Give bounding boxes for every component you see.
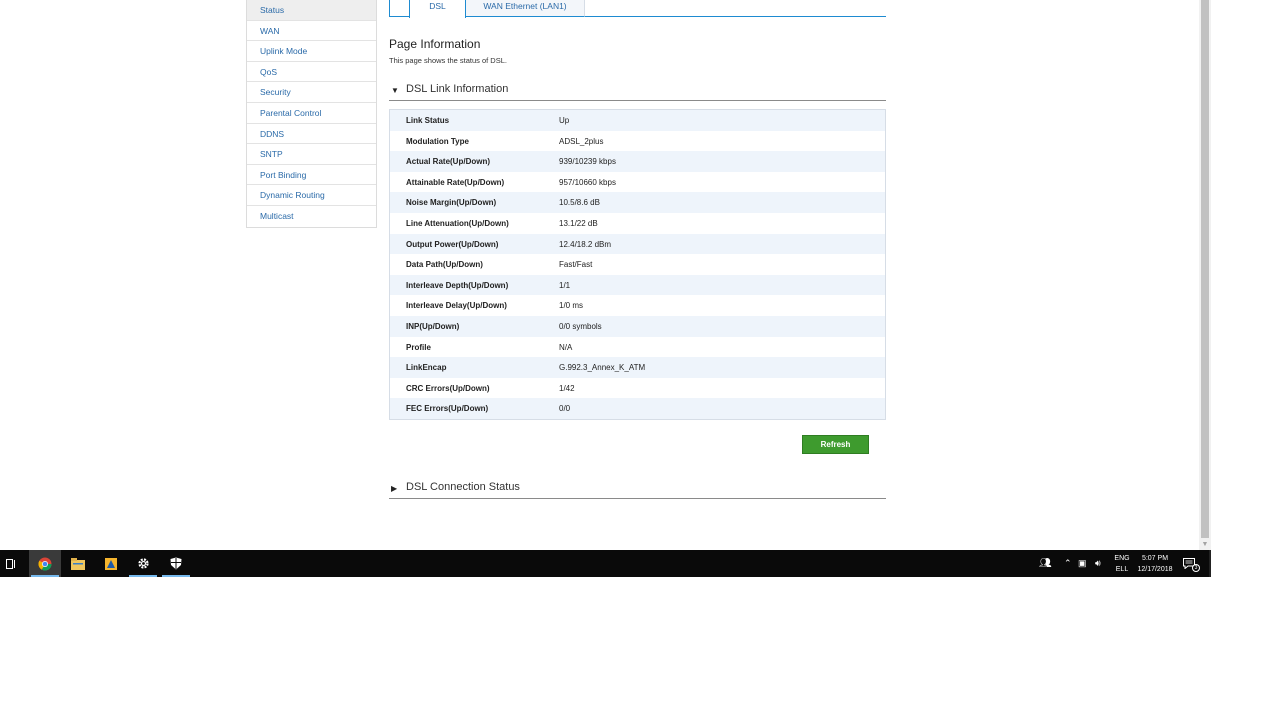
- tab-bar: DSL WAN Ethernet (LAN1): [389, 0, 886, 18]
- file-explorer-icon[interactable]: [62, 550, 94, 577]
- row-key: Data Path(Up/Down): [406, 260, 483, 270]
- page-title: Page Information: [389, 37, 481, 51]
- row-key: INP(Up/Down): [406, 321, 460, 331]
- task-view-icon[interactable]: [0, 550, 22, 577]
- active-indicator: [31, 575, 59, 577]
- section-title: DSL Link Information: [406, 83, 509, 95]
- settings-icon[interactable]: [127, 550, 159, 577]
- row-value: 1/42: [559, 383, 575, 393]
- chevron-up-icon[interactable]: ⌃: [1064, 550, 1074, 577]
- collapse-arrow-icon[interactable]: ▼: [391, 86, 399, 95]
- row-value: G.992.3_Annex_K_ATM: [559, 363, 646, 373]
- row-value: N/A: [559, 342, 573, 352]
- row-key: Line Attenuation(Up/Down): [406, 218, 509, 228]
- network-icon[interactable]: ▣: [1078, 550, 1092, 577]
- chrome-icon[interactable]: [29, 550, 61, 577]
- tab-bar-edge: [389, 0, 390, 17]
- sidebar-item-parental-control[interactable]: Parental Control: [247, 103, 376, 124]
- table-row: CRC Errors(Up/Down) 1/42: [390, 377, 885, 399]
- row-key: Modulation Type: [406, 136, 469, 146]
- row-value: 13.1/22 dB: [559, 218, 598, 228]
- language-indicator[interactable]: ENG ELL: [1112, 550, 1132, 577]
- notification-center-icon[interactable]: 3: [1183, 550, 1201, 577]
- volume-icon[interactable]: 🔊︎: [1095, 550, 1107, 577]
- sidebar-item-multicast[interactable]: Multicast: [247, 206, 376, 227]
- row-key: Profile: [406, 342, 431, 352]
- row-value: 939/10239 kbps: [559, 157, 616, 167]
- sidebar-item-dynamic-routing[interactable]: Dynamic Routing: [247, 185, 376, 206]
- table-row: Data Path(Up/Down) Fast/Fast: [390, 254, 885, 275]
- windows-defender-icon[interactable]: [160, 550, 192, 577]
- row-key: Interleave Delay(Up/Down): [406, 301, 507, 311]
- row-value: 1/0 ms: [559, 301, 584, 311]
- row-value: ADSL_2plus: [559, 136, 604, 146]
- language-secondary: ELL: [1115, 565, 1129, 573]
- people-icon[interactable]: 👥︎: [1039, 550, 1053, 577]
- app-icon[interactable]: [95, 550, 127, 577]
- table-row: Profile N/A: [390, 336, 885, 358]
- table-row: Modulation Type ADSL_2plus: [390, 130, 885, 152]
- active-indicator: [129, 575, 157, 577]
- dsl-info-table: Link Status Up Modulation Type ADSL_2plus …: [389, 109, 886, 420]
- active-indicator: [162, 575, 190, 577]
- row-value: 957/10660 kbps: [559, 177, 616, 187]
- row-value: Up: [559, 116, 570, 125]
- table-row: LinkEncap G.992.3_Annex_K_ATM: [390, 357, 885, 378]
- scrollbar-thumb[interactable]: [1201, 0, 1209, 538]
- expand-arrow-icon[interactable]: ▶: [391, 484, 397, 493]
- row-value: 12.4/18.2 dBm: [559, 239, 612, 249]
- table-row: Interleave Delay(Up/Down) 1/0 ms: [390, 295, 885, 316]
- row-value: 10.5/8.6 dB: [559, 198, 600, 208]
- row-key: Noise Margin(Up/Down): [406, 198, 497, 208]
- row-key: CRC Errors(Up/Down): [406, 383, 490, 393]
- show-desktop-button[interactable]: [1209, 550, 1211, 577]
- table-row: Attainable Rate(Up/Down) 957/10660 kbps: [390, 171, 885, 193]
- table-row: Noise Margin(Up/Down) 10.5/8.6 dB: [390, 192, 885, 213]
- refresh-button[interactable]: Refresh: [802, 435, 869, 454]
- table-row: Interleave Depth(Up/Down) 1/1: [390, 274, 885, 296]
- tab-wan-ethernet[interactable]: WAN Ethernet (LAN1): [466, 0, 585, 17]
- sidebar-menu: Status WAN Uplink Mode QoS Security Pare…: [246, 0, 377, 228]
- sidebar-item-security[interactable]: Security: [247, 82, 376, 103]
- row-key: Output Power(Up/Down): [406, 239, 499, 249]
- browser-viewport: Status WAN Uplink Mode QoS Security Pare…: [0, 0, 1211, 550]
- row-value: Fast/Fast: [559, 260, 593, 270]
- row-key: Actual Rate(Up/Down): [406, 157, 490, 167]
- sidebar-item-ddns[interactable]: DDNS: [247, 124, 376, 145]
- sidebar-item-uplink-mode[interactable]: Uplink Mode: [247, 41, 376, 62]
- section-dsl-connection-status[interactable]: ▶ DSL Connection Status: [389, 481, 886, 499]
- language-primary: ENG: [1114, 554, 1130, 562]
- section-title: DSL Connection Status: [406, 481, 520, 493]
- vertical-scrollbar[interactable]: ▼: [1199, 0, 1211, 550]
- row-key: Interleave Depth(Up/Down): [406, 280, 509, 290]
- clock[interactable]: 5:07 PM 12/17/2018: [1134, 550, 1176, 577]
- row-key: Attainable Rate(Up/Down): [406, 177, 505, 187]
- clock-time: 5:07 PM: [1141, 554, 1169, 562]
- scroll-down-arrow-icon[interactable]: ▼: [1199, 540, 1211, 550]
- section-dsl-link-information[interactable]: ▼ DSL Link Information: [389, 83, 886, 101]
- table-row: FEC Errors(Up/Down) 0/0: [390, 398, 885, 419]
- table-row: Output Power(Up/Down) 12.4/18.2 dBm: [390, 233, 885, 255]
- sidebar-item-port-binding[interactable]: Port Binding: [247, 165, 376, 186]
- tab-dsl[interactable]: DSL: [409, 0, 466, 18]
- sidebar-item-wan[interactable]: WAN: [247, 21, 376, 42]
- sidebar-item-status[interactable]: Status: [247, 0, 376, 21]
- sidebar-item-sntp[interactable]: SNTP: [247, 144, 376, 165]
- windows-taskbar: 👥︎ ⌃ ▣ 🔊︎ ENG ELL 5:07 PM 12/17/2018 3: [0, 550, 1211, 577]
- sidebar-item-qos[interactable]: QoS: [247, 62, 376, 83]
- row-value: 0/0: [559, 404, 571, 414]
- row-value: 1/1: [559, 280, 571, 290]
- clock-date: 12/17/2018: [1137, 565, 1173, 573]
- table-row: Link Status Up: [390, 110, 885, 131]
- notification-count-badge: 3: [1192, 564, 1200, 572]
- row-value: 0/0 symbols: [559, 321, 602, 331]
- page-description: This page shows the status of DSL.: [389, 56, 507, 65]
- row-key: Link Status: [406, 116, 450, 125]
- row-key: LinkEncap: [406, 363, 447, 373]
- table-row: INP(Up/Down) 0/0 symbols: [390, 315, 885, 337]
- table-row: Actual Rate(Up/Down) 939/10239 kbps: [390, 151, 885, 172]
- table-row: Line Attenuation(Up/Down) 13.1/22 dB: [390, 212, 885, 234]
- row-key: FEC Errors(Up/Down): [406, 404, 489, 414]
